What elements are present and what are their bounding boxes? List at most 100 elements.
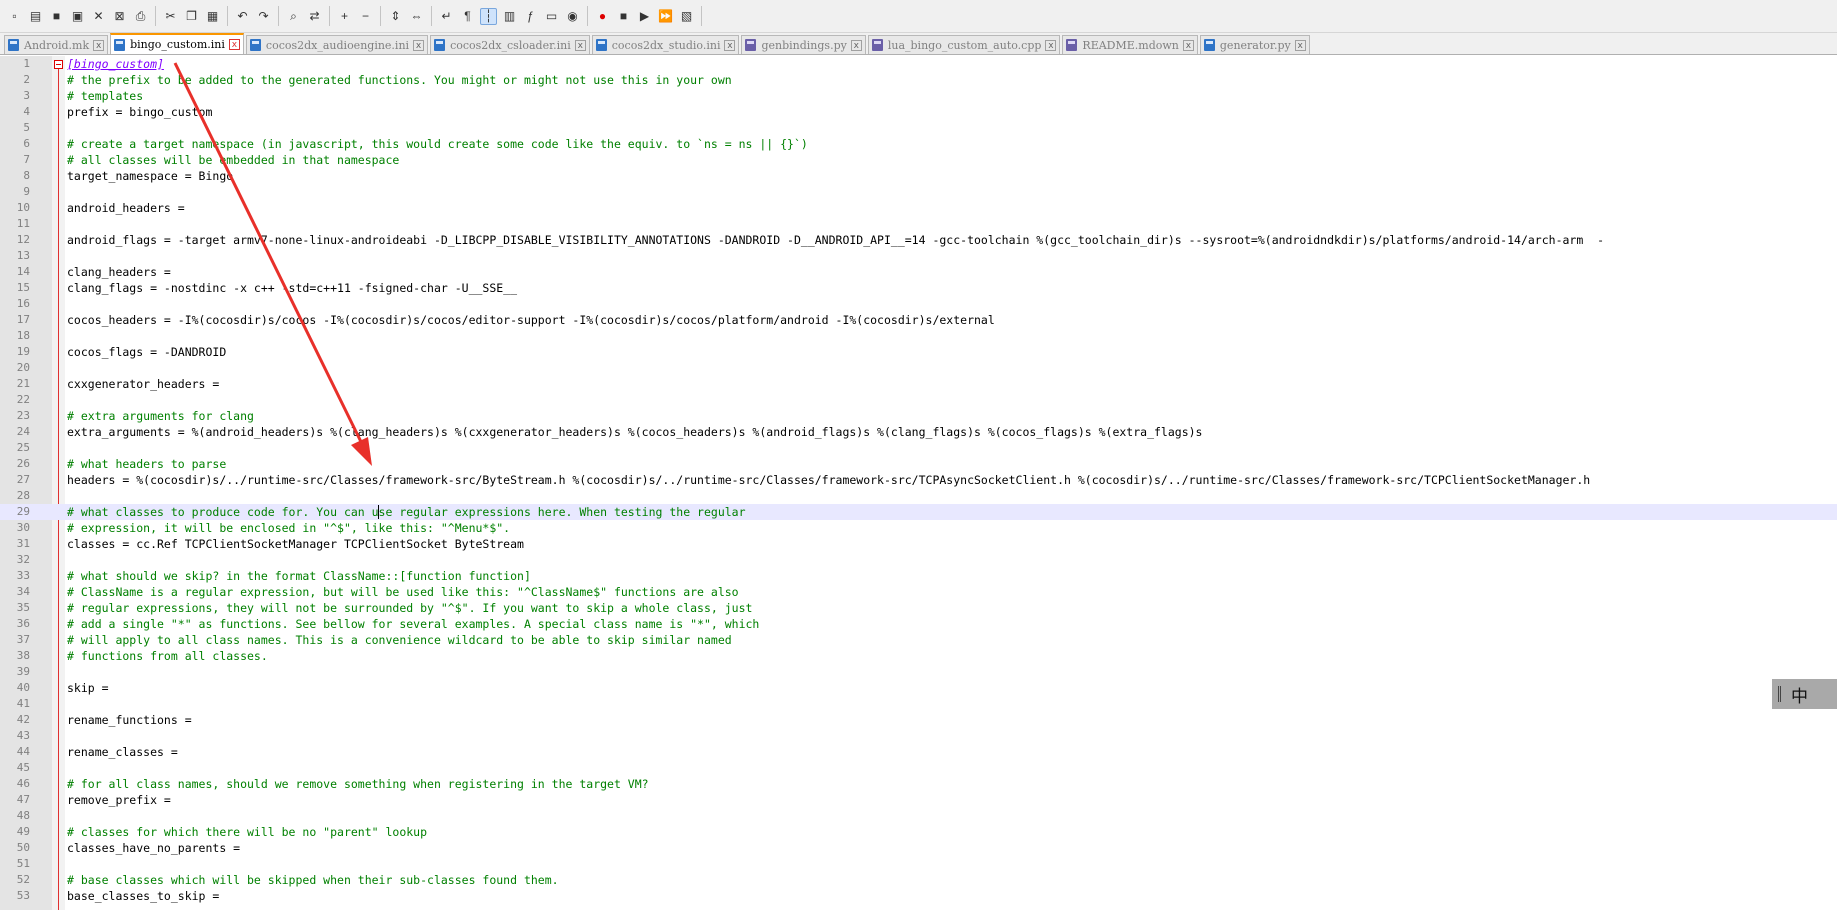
tab-cocos2dx-csloader-ini[interactable]: cocos2dx_csloader.ini x [430,35,590,54]
play-icon[interactable]: ▶ [636,8,653,25]
code-line[interactable]: 14 clang_headers = [0,264,1837,280]
code-line[interactable]: 53 base_classes_to_skip = [0,888,1837,904]
new-file-icon[interactable]: ▫ [6,8,23,25]
code-line[interactable]: 34 # ClassName is a regular expression, b… [0,584,1837,600]
code-line[interactable]: 25 [0,440,1837,456]
code-line[interactable]: 48 [0,808,1837,824]
tab-android-mk[interactable]: Android.mk x [4,35,109,54]
code-line[interactable]: 41 [0,696,1837,712]
code-line[interactable]: 19 cocos_flags = -DANDROID [0,344,1837,360]
indent-guide-icon[interactable]: ┆ [480,7,497,25]
tab-cocos2dx-audioengine-ini[interactable]: cocos2dx_audioengine.ini x [245,35,429,54]
redo-icon[interactable]: ↷ [255,8,272,25]
tab-lua-bingo-custom-auto-cpp[interactable]: lua_bingo_custom_auto.cpp x [867,35,1061,54]
tab-close-icon[interactable]: x [413,39,425,51]
code-editor[interactable]: 1 [bingo_custom] 2 # the prefix to be added… [0,56,1837,910]
code-line[interactable]: 11 [0,216,1837,232]
paste-icon[interactable]: ▦ [204,8,221,25]
sync-v-icon[interactable]: ⇕ [387,8,404,25]
code-line[interactable]: 21 cxxgenerator_headers = [0,376,1837,392]
close-icon[interactable]: ✕ [90,8,107,25]
code-line[interactable]: 20 [0,360,1837,376]
code-line[interactable]: 44 rename_classes = [0,744,1837,760]
code-line[interactable]: 4 prefix = bingo_custom [0,104,1837,120]
show-all-icon[interactable]: ¶ [459,8,476,25]
undo-icon[interactable]: ↶ [234,8,251,25]
cut-icon[interactable]: ✂ [162,8,179,25]
code-line[interactable]: 22 [0,392,1837,408]
tab-close-icon[interactable]: x [1182,39,1194,51]
code-line[interactable]: 29 # what classes to produce code for. Yo… [0,504,1837,520]
code-line[interactable]: 24 extra_arguments = %(android_headers)s … [0,424,1837,440]
code-line[interactable]: 26 # what headers to parse [0,456,1837,472]
code-line[interactable]: 9 [0,184,1837,200]
code-line[interactable]: 43 [0,728,1837,744]
code-line[interactable]: 37 # will apply to all class names. This … [0,632,1837,648]
zoom-out-icon[interactable]: − [357,8,374,25]
tab-genbindings-py[interactable]: genbindings.py x [741,35,866,54]
stop-icon[interactable]: ■ [615,8,632,25]
tab-bingo-custom-ini[interactable]: bingo_custom.ini x [110,33,244,54]
code-line[interactable]: 45 [0,760,1837,776]
save-macro-icon[interactable]: ▧ [678,8,695,25]
tab-close-icon[interactable]: x [850,39,862,51]
code-line[interactable]: 15 clang_flags = -nostdinc -x c++ -std=c+… [0,280,1837,296]
code-line[interactable]: 3 # templates [0,88,1837,104]
code-line[interactable]: 5 [0,120,1837,136]
doc-map-icon[interactable]: ▥ [501,8,518,25]
code-line[interactable]: 33 # what should we skip? in the format C… [0,568,1837,584]
code-line[interactable]: 1 [bingo_custom] [0,56,1837,72]
copy-icon[interactable]: ❐ [183,8,200,25]
code-line[interactable]: 51 [0,856,1837,872]
code-line[interactable]: 32 [0,552,1837,568]
code-line[interactable]: 38 # functions from all classes. [0,648,1837,664]
tab-close-icon[interactable]: x [574,39,586,51]
zoom-in-icon[interactable]: + [336,8,353,25]
code-line[interactable]: 23 # extra arguments for clang [0,408,1837,424]
code-line[interactable]: 52 # base classes which will be skipped w… [0,872,1837,888]
tab-close-icon[interactable]: x [228,39,240,50]
code-line[interactable]: 28 [0,488,1837,504]
code-line[interactable]: 10 android_headers = [0,200,1837,216]
tab-cocos2dx-studio-ini[interactable]: cocos2dx_studio.ini x [591,35,740,54]
code-line[interactable]: 16 [0,296,1837,312]
tab-readme-mdown[interactable]: README.mdown x [1062,35,1198,54]
tab-close-icon[interactable]: x [93,39,105,51]
tab-close-icon[interactable]: x [1294,39,1306,51]
code-line[interactable]: 40 skip = [0,680,1837,696]
find-icon[interactable]: ⌕ [285,8,302,25]
code-line[interactable]: 39 [0,664,1837,680]
open-file-icon[interactable]: ▤ [27,8,44,25]
ime-status-bar[interactable]: 中 [1772,679,1837,709]
code-line[interactable]: 27 headers = %(cocosdir)s/../runtime-src/… [0,472,1837,488]
code-line[interactable]: 18 [0,328,1837,344]
code-line[interactable]: 46 # for all class names, should we remov… [0,776,1837,792]
code-line[interactable]: 42 rename_functions = [0,712,1837,728]
tab-close-icon[interactable]: x [724,39,736,51]
play-multiple-icon[interactable]: ⏩ [657,8,674,25]
code-line[interactable]: 31 classes = cc.Ref TCPClientSocketManage… [0,536,1837,552]
code-line[interactable]: 17 cocos_headers = -I%(cocosdir)s/cocos -… [0,312,1837,328]
code-line[interactable]: 30 # expression, it will be enclosed in "… [0,520,1837,536]
print-icon[interactable]: ⎙ [132,8,149,25]
save-icon[interactable]: ■ [48,8,65,25]
code-line[interactable]: 47 remove_prefix = [0,792,1837,808]
close-all-icon[interactable]: ⊠ [111,8,128,25]
code-lines[interactable]: 1 [bingo_custom] 2 # the prefix to be added… [0,56,1837,904]
tab-generator-py[interactable]: generator.py x [1199,35,1310,54]
tab-close-icon[interactable]: x [1045,39,1057,51]
code-line[interactable]: 8 target_namespace = Bingo [0,168,1837,184]
save-all-icon[interactable]: ▣ [69,8,86,25]
code-line[interactable]: 35 # regular expressions, they will not b… [0,600,1837,616]
replace-icon[interactable]: ⇄ [306,8,323,25]
code-line[interactable]: 2 # the prefix to be added to the generat… [0,72,1837,88]
record-icon[interactable]: ● [594,8,611,25]
code-line[interactable]: 6 # create a target namespace (in javascr… [0,136,1837,152]
code-line[interactable]: 50 classes_have_no_parents = [0,840,1837,856]
code-line[interactable]: 49 # classes for which there will be no "… [0,824,1837,840]
function-list-icon[interactable]: ƒ [522,8,539,25]
code-line[interactable]: 36 # add a single "*" as functions. See b… [0,616,1837,632]
monitor-icon[interactable]: ◉ [564,8,581,25]
wrap-icon[interactable]: ↵ [438,8,455,25]
folder-icon[interactable]: ▭ [543,8,560,25]
